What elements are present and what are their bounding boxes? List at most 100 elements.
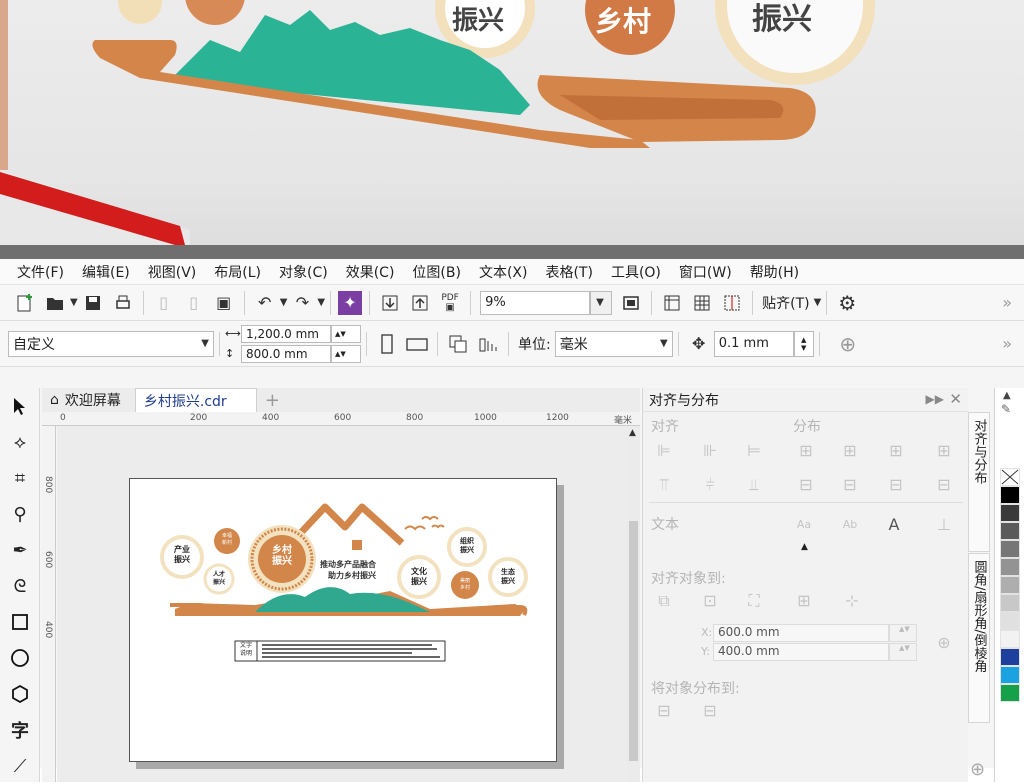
- distribute-center-icon[interactable]: ⊞: [839, 440, 861, 462]
- horizontal-ruler[interactable]: 0 200 400 600 800 1000 1200 毫米: [42, 412, 640, 426]
- tab-welcome-screen[interactable]: ⌂ 欢迎屏幕: [42, 388, 129, 412]
- align-to-page-center-icon[interactable]: ⛶: [743, 590, 765, 612]
- units-combo[interactable]: 毫米 ▼: [554, 330, 673, 357]
- new-document-icon[interactable]: [12, 290, 38, 316]
- zoom-dropdown-icon[interactable]: ▼: [590, 290, 613, 315]
- snap-to-dropdown-icon[interactable]: ▼: [814, 297, 822, 308]
- color-swatch[interactable]: [1000, 630, 1020, 648]
- pen-tool-icon[interactable]: ✒: [0, 532, 40, 568]
- align-bottom-icon[interactable]: ⫫: [743, 474, 765, 496]
- toolbar-overflow-icon[interactable]: »: [1002, 293, 1012, 312]
- menu-table[interactable]: 表格(T): [545, 262, 592, 282]
- distribute-bottom-icon[interactable]: ⊟: [933, 474, 955, 496]
- pick-tool-icon[interactable]: [0, 388, 40, 424]
- align-to-grid-icon[interactable]: ⊞: [793, 590, 815, 612]
- text-outline-icon[interactable]: ⊥: [933, 514, 955, 536]
- page-width-input[interactable]: 1,200.0 mm: [241, 324, 331, 343]
- vertical-scrollbar[interactable]: ▲: [627, 426, 640, 782]
- align-top-icon[interactable]: ⫪: [653, 474, 675, 496]
- color-swatch[interactable]: [1000, 666, 1020, 684]
- pdf-publish-icon[interactable]: PDF ▣: [437, 290, 463, 316]
- color-swatch[interactable]: [1000, 684, 1020, 702]
- vertical-ruler[interactable]: 800 600 400: [42, 426, 56, 782]
- color-swatch[interactable]: [1000, 648, 1020, 666]
- color-swatch[interactable]: [1000, 576, 1020, 594]
- shape-tool-icon[interactable]: ⟡: [0, 424, 40, 460]
- copy-icon[interactable]: ▯: [181, 290, 207, 316]
- text-bbox-icon[interactable]: A: [883, 514, 905, 536]
- snap-to-button[interactable]: 贴齐(T): [762, 293, 809, 313]
- current-page-icon[interactable]: [475, 331, 501, 357]
- landscape-icon[interactable]: [404, 331, 430, 357]
- x-spinner[interactable]: ▲▼: [889, 624, 917, 642]
- distribute-spacing-icon[interactable]: ⊞: [885, 440, 907, 462]
- document-page[interactable]: 乡村 振兴 推动多产品融合 助力乡村振兴 产业 振兴 幸福 新村 人才 振兴 组…: [129, 478, 557, 762]
- color-swatch[interactable]: [1000, 522, 1020, 540]
- ellipse-tool-icon[interactable]: [0, 640, 40, 676]
- show-rulers-icon[interactable]: [659, 290, 685, 316]
- color-swatch[interactable]: [1000, 558, 1020, 576]
- docker-close-icon[interactable]: ✕: [949, 390, 962, 408]
- docker-tab-fillet[interactable]: 圆角/扇形角/倒棱角: [968, 553, 990, 723]
- distribute-left-icon[interactable]: ⊞: [795, 440, 817, 462]
- menu-help[interactable]: 帮助(H): [750, 262, 799, 282]
- nudge-distance-input[interactable]: 0.1 mm: [713, 330, 794, 357]
- menu-file[interactable]: 文件(F): [17, 262, 64, 282]
- height-spinner[interactable]: ▲▼: [331, 344, 361, 363]
- palette-up-icon[interactable]: ▲: [1003, 390, 1011, 401]
- tab-document[interactable]: 乡村振兴.cdr: [134, 388, 257, 412]
- expand-section-icon[interactable]: ▲: [801, 542, 808, 552]
- menu-window[interactable]: 窗口(W): [679, 262, 732, 282]
- x-position-input[interactable]: 600.0 mm: [713, 624, 889, 642]
- color-swatch[interactable]: [1000, 612, 1020, 630]
- distribute-middle-icon[interactable]: ⊟: [839, 474, 861, 496]
- cut-icon[interactable]: ▯: [151, 290, 177, 316]
- nudge-spinner[interactable]: ▲ ▼: [793, 330, 814, 357]
- menu-effects[interactable]: 效果(C): [346, 262, 395, 282]
- y-position-input[interactable]: 400.0 mm: [713, 643, 889, 661]
- options-gear-icon[interactable]: ⚙: [834, 290, 860, 316]
- docker-tab-align[interactable]: 对齐与分布: [968, 412, 990, 552]
- distribute-to-selection-icon[interactable]: ⊟: [653, 700, 675, 722]
- distribute-right-icon[interactable]: ⊞: [933, 440, 955, 462]
- text-tool-icon[interactable]: 字: [0, 712, 40, 748]
- design-artwork[interactable]: [130, 479, 558, 763]
- zoom-level-combo[interactable]: 9%: [480, 290, 591, 315]
- redo-dropdown-icon[interactable]: ▼: [317, 297, 325, 308]
- docker-collapse-icon[interactable]: ▶▶: [926, 392, 944, 406]
- y-spinner[interactable]: ▲▼: [889, 643, 917, 661]
- menu-edit[interactable]: 编辑(E): [82, 262, 130, 282]
- export-icon[interactable]: [407, 290, 433, 316]
- all-pages-icon[interactable]: [445, 331, 471, 357]
- text-first-line-icon[interactable]: Ab: [839, 514, 861, 536]
- print-icon[interactable]: [110, 290, 136, 316]
- width-spinner[interactable]: ▲▼: [331, 324, 361, 343]
- undo-icon[interactable]: ↶: [252, 290, 278, 316]
- zoom-tool-icon[interactable]: ⚲: [0, 496, 40, 532]
- menu-text[interactable]: 文本(X): [479, 262, 528, 282]
- artistic-media-icon[interactable]: ᘓ: [0, 568, 40, 604]
- rectangle-tool-icon[interactable]: [0, 604, 40, 640]
- distribute-to-page-icon[interactable]: ⊟: [699, 700, 721, 722]
- distribute-vspacing-icon[interactable]: ⊟: [885, 474, 907, 496]
- add-point-icon[interactable]: ⊕: [933, 632, 955, 654]
- show-grid-icon[interactable]: [689, 290, 715, 316]
- show-guidelines-icon[interactable]: [719, 290, 745, 316]
- import-icon[interactable]: [377, 290, 403, 316]
- scroll-up-icon[interactable]: ▲: [629, 428, 636, 438]
- menu-tools[interactable]: 工具(O): [611, 262, 661, 282]
- undo-dropdown-icon[interactable]: ▼: [280, 297, 288, 308]
- align-center-h-icon[interactable]: ⊪: [699, 440, 721, 462]
- corel-connect-icon[interactable]: ✦: [338, 290, 363, 315]
- align-center-v-icon[interactable]: ⫩: [699, 474, 721, 496]
- paste-icon[interactable]: ▣: [211, 290, 237, 316]
- menu-bitmaps[interactable]: 位图(B): [412, 262, 461, 282]
- portrait-icon[interactable]: [374, 331, 400, 357]
- full-screen-preview-icon[interactable]: [618, 290, 644, 316]
- add-preset-icon[interactable]: ⊕: [835, 331, 861, 357]
- propertybar-overflow-icon[interactable]: »: [1002, 334, 1012, 353]
- crop-tool-icon[interactable]: ⌗: [0, 460, 40, 496]
- parallel-dimension-icon[interactable]: ⟋: [0, 748, 40, 784]
- color-swatch[interactable]: [1000, 504, 1020, 522]
- align-to-page-edge-icon[interactable]: ⊡: [699, 590, 721, 612]
